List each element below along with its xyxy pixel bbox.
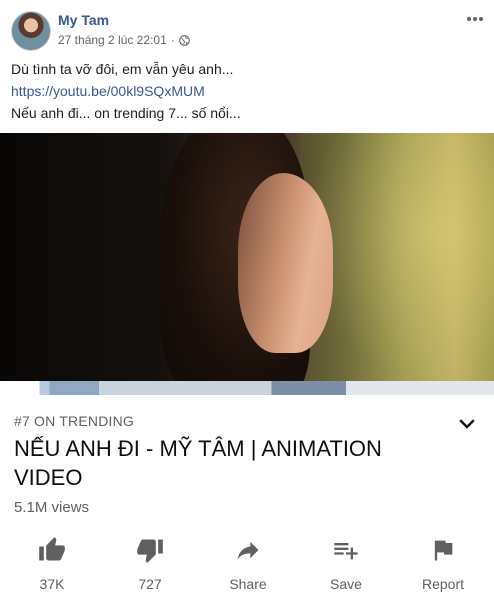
save-button[interactable]: Save <box>306 536 386 600</box>
author-name[interactable]: My Tam <box>58 12 109 28</box>
post-line: Nếu anh đi... on trending 7... số nổi... <box>11 105 241 121</box>
view-count: 5.1M views <box>14 499 90 516</box>
timestamp[interactable]: 27 tháng 2 lúc 22:01 <box>58 33 167 47</box>
thumbs-down-icon <box>136 536 164 564</box>
report-button[interactable]: Report <box>403 536 483 600</box>
like-button[interactable]: 37K <box>12 536 92 600</box>
share-button[interactable]: Share <box>208 536 288 600</box>
video-title[interactable]: NẾU ANH ĐI - MỸ TÂM | ANIMATION VIDEO <box>14 434 434 492</box>
post-text: Dù tình ta vỡ đôi, em vẫn yêu anh... htt… <box>11 60 481 126</box>
avatar[interactable] <box>11 11 51 51</box>
video-thumbnail[interactable] <box>0 133 494 381</box>
share-label: Share <box>229 576 267 592</box>
action-bar: 37K 727 Share Save Report <box>0 536 494 600</box>
playlist-add-icon <box>332 536 360 564</box>
post-meta: 27 tháng 2 lúc 22:01 · <box>58 33 190 47</box>
more-dots-icon[interactable] <box>464 8 486 30</box>
report-label: Report <box>421 576 465 592</box>
dislike-button[interactable]: 727 <box>110 536 190 600</box>
youtube-info-card: #7 ON TRENDING NẾU ANH ĐI - MỸ TÂM | ANI… <box>0 395 494 607</box>
separator: · <box>170 33 175 47</box>
thumbs-up-icon <box>38 536 66 564</box>
trending-label[interactable]: #7 ON TRENDING <box>14 413 134 429</box>
flag-icon <box>429 536 457 564</box>
like-count: 37K <box>39 576 65 592</box>
post-line: Dù tình ta vỡ đôi, em vẫn yêu anh... <box>11 61 234 77</box>
thumbnail-strip <box>0 381 494 395</box>
globe-icon[interactable] <box>178 34 190 46</box>
share-icon <box>234 536 262 564</box>
save-label: Save <box>330 576 362 592</box>
video-link[interactable]: https://youtu.be/00kl9SQxMUM <box>11 83 205 99</box>
post-header: My Tam 27 tháng 2 lúc 22:01 · <box>0 0 494 58</box>
dislike-count: 727 <box>138 576 162 592</box>
thumbnail-face-shape <box>238 173 333 353</box>
chevron-down-icon[interactable] <box>458 415 476 433</box>
